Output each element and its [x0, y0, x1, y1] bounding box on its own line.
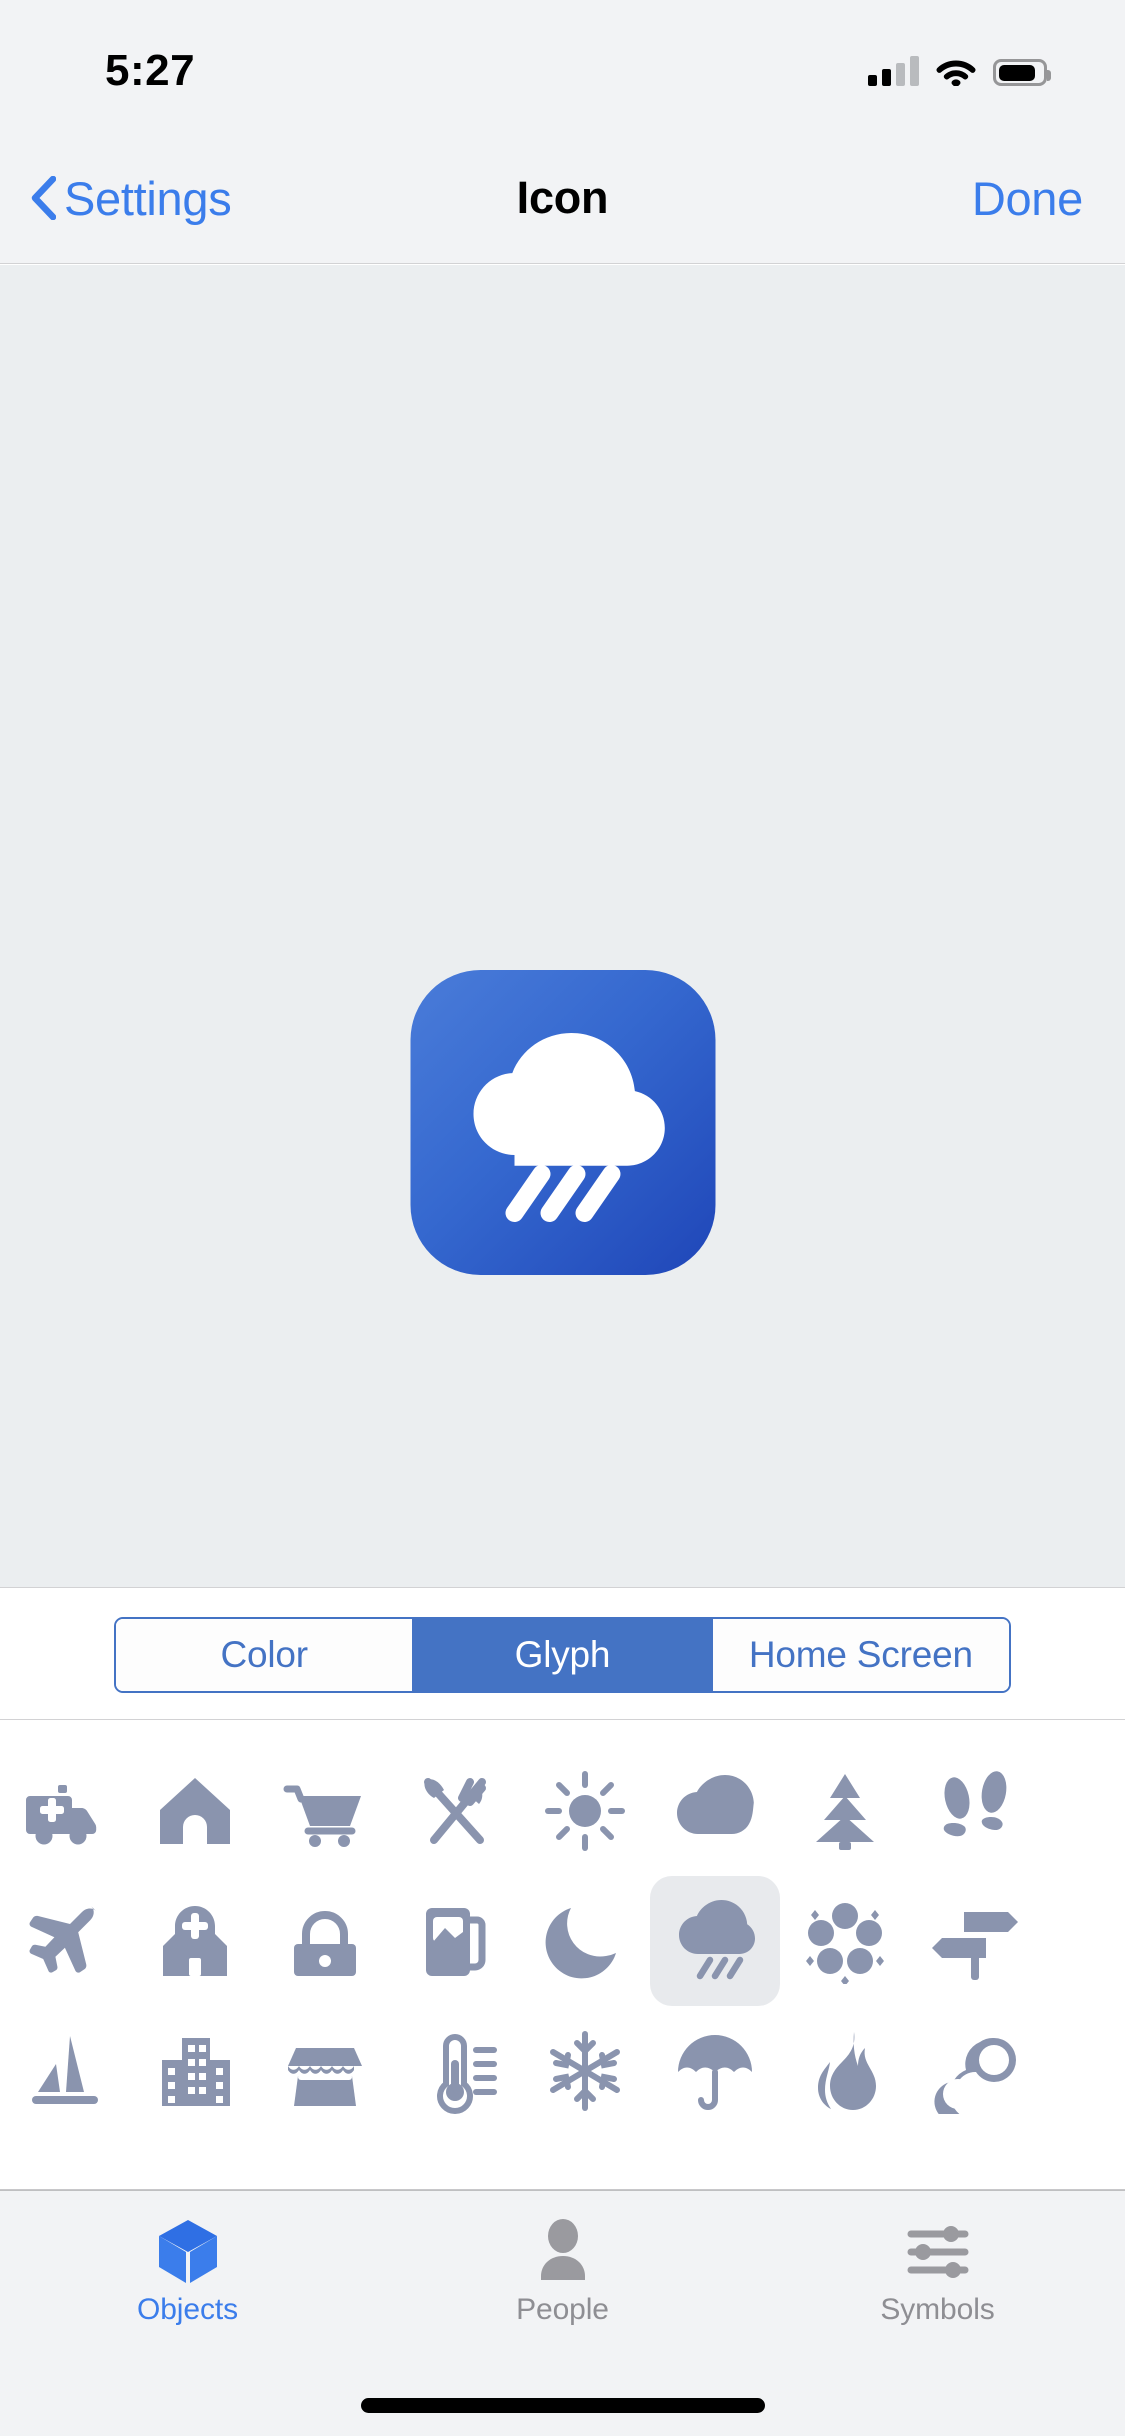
cloud-rain-glyph	[410, 970, 715, 1275]
status-bar-time: 5:27	[105, 46, 196, 95]
glyph-snowflake[interactable]	[520, 2006, 650, 2136]
glyph-pine-tree[interactable]	[780, 1746, 910, 1876]
home-indicator[interactable]	[360, 2398, 765, 2413]
glyph-market-stall[interactable]	[260, 2006, 390, 2136]
page-title: Icon	[516, 172, 609, 223]
glyph-row	[0, 2006, 1125, 2136]
person-icon	[532, 2215, 594, 2289]
glyph-sailboat[interactable]	[0, 2006, 130, 2136]
icon-mode-segmented-control[interactable]: Color Glyph Home Screen	[114, 1617, 1011, 1693]
icon-preview-area	[0, 265, 1125, 1588]
glyph-gas-pump[interactable]	[390, 1876, 520, 2006]
glyph-cloud[interactable]	[650, 1746, 780, 1876]
tab-symbols[interactable]: Symbols	[750, 2191, 1125, 2369]
navigation-bar: Settings Icon Done	[0, 132, 1125, 264]
glyph-sun[interactable]	[520, 1746, 650, 1876]
app-icon-preview	[410, 970, 715, 1275]
glyph-footprints[interactable]	[910, 1746, 1040, 1876]
done-button[interactable]: Done	[972, 132, 1083, 264]
tab-label-people: People	[516, 2293, 609, 2326]
tab-bar: Objects People Symbols	[0, 2190, 1125, 2436]
glyph-knife-and-fork[interactable]	[390, 1746, 520, 1876]
status-bar-indicators	[868, 50, 1051, 86]
sliders-icon	[903, 2215, 973, 2289]
glyph-hospital[interactable]	[130, 1876, 260, 2006]
glyph-cloud-rain[interactable]	[650, 1876, 780, 2006]
glyph-grid[interactable]	[0, 1721, 1125, 2190]
cube-icon	[155, 2215, 221, 2289]
glyph-signpost[interactable]	[910, 1876, 1040, 2006]
glyph-flower[interactable]	[780, 1876, 910, 2006]
segment-glyph[interactable]: Glyph	[412, 1619, 711, 1691]
segmented-control-area: Color Glyph Home Screen	[0, 1589, 1125, 1720]
battery-icon	[993, 59, 1051, 86]
glyph-airplane[interactable]	[0, 1876, 130, 2006]
tab-people[interactable]: People	[375, 2191, 750, 2369]
glyph-bubbles[interactable]	[910, 2006, 1040, 2136]
status-bar: 5:27	[0, 0, 1125, 132]
tab-objects[interactable]: Objects	[0, 2191, 375, 2369]
glyph-moon[interactable]	[520, 1876, 650, 2006]
phone-screen: 5:27 Settings Icon Done Color Glyph Home…	[0, 0, 1125, 2436]
glyph-house[interactable]	[130, 1746, 260, 1876]
segment-home-screen[interactable]: Home Screen	[710, 1619, 1009, 1691]
glyph-shopping-cart[interactable]	[260, 1746, 390, 1876]
segment-color[interactable]: Color	[116, 1619, 413, 1691]
tab-label-objects: Objects	[136, 2293, 238, 2326]
glyph-ambulance[interactable]	[0, 1746, 130, 1876]
glyph-thermometer[interactable]	[390, 2006, 520, 2136]
tab-label-symbols: Symbols	[880, 2293, 995, 2326]
cellular-signal-icon	[868, 56, 919, 86]
glyph-row	[0, 1876, 1125, 2006]
glyph-row	[0, 1746, 1125, 1876]
glyph-buildings[interactable]	[130, 2006, 260, 2136]
wifi-icon	[936, 56, 976, 86]
glyph-flame[interactable]	[780, 2006, 910, 2136]
glyph-handbag[interactable]	[260, 1876, 390, 2006]
glyph-umbrella[interactable]	[650, 2006, 780, 2136]
